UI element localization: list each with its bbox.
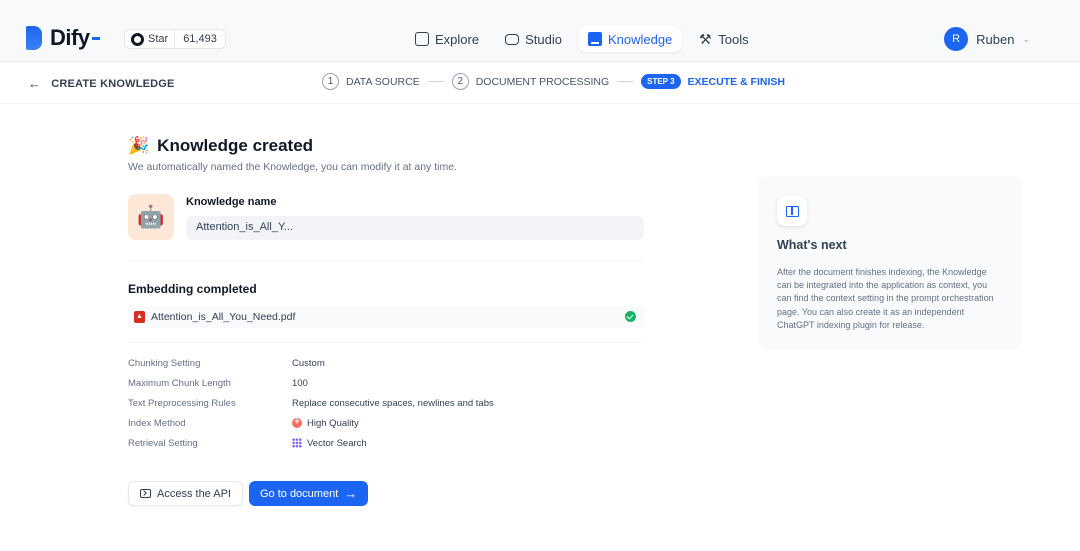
- back-button[interactable]: ← CREATE KNOWLEDGE: [28, 76, 175, 91]
- knowledge-name-block: 🤖 Knowledge name Attention_is_All_Y...: [128, 194, 648, 244]
- setting-key: Text Preprocessing Rules: [128, 397, 236, 409]
- go-to-document-label: Go to document: [259, 487, 339, 500]
- chevron-down-icon: ⌄: [1022, 33, 1030, 44]
- page-subtitle: We automatically named the Knowledge, yo…: [128, 161, 457, 173]
- setting-row: Chunking Setting Custom: [128, 354, 644, 374]
- knowledge-icon[interactable]: 🤖: [128, 194, 174, 240]
- access-api-button[interactable]: Access the API: [128, 481, 243, 506]
- nav-explore-label: Explore: [435, 31, 480, 47]
- github-icon: [131, 32, 144, 46]
- terminal-icon: [140, 489, 151, 498]
- nav-studio-label: Studio: [525, 31, 562, 47]
- embedding-title: Embedding completed: [128, 282, 257, 296]
- nav-knowledge[interactable]: Knowledge: [577, 26, 683, 52]
- setting-key: Chunking Setting: [128, 358, 201, 370]
- file-name: Attention_is_All_You_Need.pdf: [151, 311, 296, 323]
- whats-next-title: What's next: [777, 238, 847, 252]
- main-content: 🎉 Knowledge created We automatically nam…: [128, 136, 648, 506]
- whats-next-text: After the document finishes indexing, th…: [777, 267, 994, 330]
- top-navbar: Dify Star 61,493 Explore Studio Knowledg…: [0, 0, 1080, 62]
- step-2-label: DOCUMENT PROCESSING: [475, 75, 610, 88]
- compass-icon: [415, 32, 429, 46]
- index-method-value: High Quality: [307, 417, 359, 429]
- nav-studio[interactable]: Studio: [495, 26, 572, 52]
- back-label: CREATE KNOWLEDGE: [51, 77, 175, 90]
- setting-row: Maximum Chunk Length 100: [128, 374, 644, 394]
- github-star-label: Star: [148, 33, 169, 45]
- user-menu[interactable]: R Ruben ⌄: [944, 27, 1030, 51]
- steps: 1 DATA SOURCE 2 DOCUMENT PROCESSING STEP…: [322, 73, 785, 90]
- party-popper-icon: 🎉: [128, 136, 150, 155]
- whats-next-panel: What's next After the document finishes …: [757, 176, 1022, 350]
- nav-explore[interactable]: Explore: [405, 26, 489, 52]
- nav-tools-label: Tools: [718, 31, 749, 47]
- settings-list: Chunking Setting Custom Maximum Chunk Le…: [128, 354, 644, 453]
- github-star-count: 61,493: [183, 33, 217, 45]
- high-quality-icon: [292, 416, 302, 429]
- robot-icon: [505, 33, 520, 45]
- logo-mark-icon: [26, 26, 42, 50]
- nav-tools[interactable]: ⚒ Tools: [688, 26, 758, 52]
- setting-value: High Quality: [292, 416, 359, 429]
- access-api-label: Access the API: [157, 487, 231, 500]
- file-row: ▲ Attention_is_All_You_Need.pdf: [128, 306, 644, 328]
- step-1: 1 DATA SOURCE: [322, 73, 420, 90]
- knowledge-name-label: Knowledge name: [186, 196, 277, 208]
- setting-key: Retrieval Setting: [128, 437, 198, 449]
- book-icon: [587, 32, 602, 46]
- setting-value: Vector Search: [292, 438, 367, 449]
- step-1-number: 1: [322, 73, 339, 90]
- step-3: STEP 3 EXECUTE & FINISH: [641, 74, 785, 89]
- step-3-badge: STEP 3: [641, 74, 681, 89]
- divider: [128, 260, 644, 261]
- nav-knowledge-label: Knowledge: [607, 31, 673, 47]
- setting-key: Index Method: [128, 417, 186, 429]
- step-divider: [617, 81, 634, 82]
- setting-value: Replace consecutive spaces, newlines and…: [292, 397, 494, 409]
- main-nav: Explore Studio Knowledge ⚒ Tools: [405, 26, 759, 52]
- hammer-icon: ⚒: [699, 31, 712, 47]
- step-2: 2 DOCUMENT PROCESSING: [451, 73, 610, 90]
- divider: [128, 342, 644, 343]
- arrow-right-icon: →: [344, 485, 358, 501]
- logo-underscore: [91, 36, 100, 40]
- step-3-label: EXECUTE & FINISH: [687, 75, 785, 88]
- knowledge-name-input[interactable]: Attention_is_All_Y...: [186, 216, 644, 240]
- avatar: R: [944, 27, 969, 51]
- setting-row: Index Method High Quality: [128, 413, 644, 433]
- setting-value: 100: [292, 378, 308, 390]
- arrow-left-icon: ←: [28, 76, 42, 91]
- open-book-icon: [777, 196, 807, 226]
- user-name: Ruben: [976, 31, 1015, 47]
- pdf-icon: ▲: [134, 311, 145, 323]
- vector-search-icon: [292, 438, 302, 449]
- retrieval-setting-value: Vector Search: [307, 437, 367, 449]
- step-bar: ← CREATE KNOWLEDGE 1 DATA SOURCE 2 DOCUM…: [0, 62, 1080, 104]
- go-to-document-button[interactable]: Go to document →: [248, 481, 369, 506]
- setting-key: Maximum Chunk Length: [128, 378, 231, 390]
- setting-value: Custom: [292, 358, 325, 370]
- page-title: Knowledge created: [157, 136, 314, 155]
- step-divider: [427, 81, 444, 82]
- action-buttons: Access the API Go to document →: [128, 481, 369, 506]
- step-2-number: 2: [451, 73, 469, 90]
- github-star-button[interactable]: Star 61,493: [124, 29, 226, 49]
- logo-text: Dify: [50, 25, 90, 50]
- step-1-label: DATA SOURCE: [346, 75, 420, 88]
- check-circle-icon: [625, 311, 636, 322]
- dify-logo[interactable]: Dify: [26, 24, 100, 52]
- setting-row: Retrieval Setting Vector Search: [128, 433, 644, 453]
- setting-row: Text Preprocessing Rules Replace consecu…: [128, 394, 644, 414]
